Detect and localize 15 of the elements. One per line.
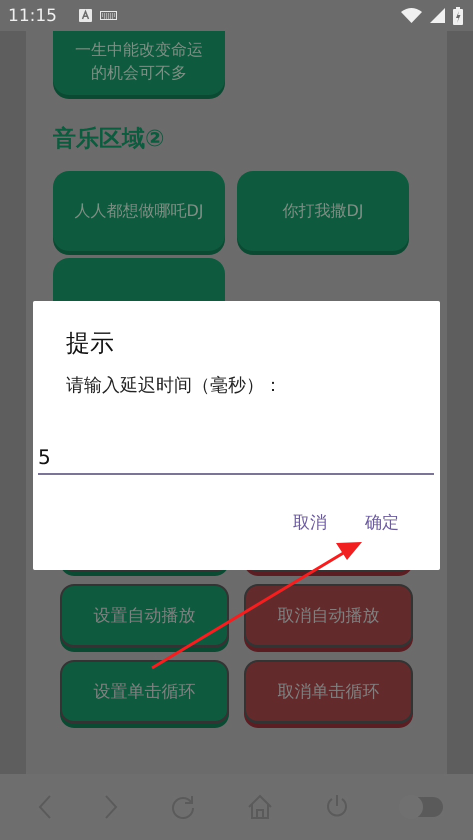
music-button[interactable]: 一生中能改变命运的机会可不多 [53,31,225,95]
signal-icon [430,8,445,23]
dialog-title: 提示 [66,328,115,359]
music-button[interactable]: 人人都想做哪吒DJ [53,171,225,251]
dialog-message: 请输入延迟时间（毫秒）： [66,374,283,397]
section-heading: 音乐区域② [53,125,166,154]
clock-time: 11:15 [8,6,57,26]
keyboard-icon [100,11,117,20]
battery-charging-icon [453,6,463,24]
dialog-button[interactable]: 取消 [291,509,329,536]
input-field[interactable]: 5 [38,441,434,475]
music-button[interactable]: 你打我撒DJ [237,171,409,251]
wifi-icon [401,8,422,23]
dialog-button[interactable]: 确定 [363,509,401,536]
app-notification-icon [79,9,92,22]
